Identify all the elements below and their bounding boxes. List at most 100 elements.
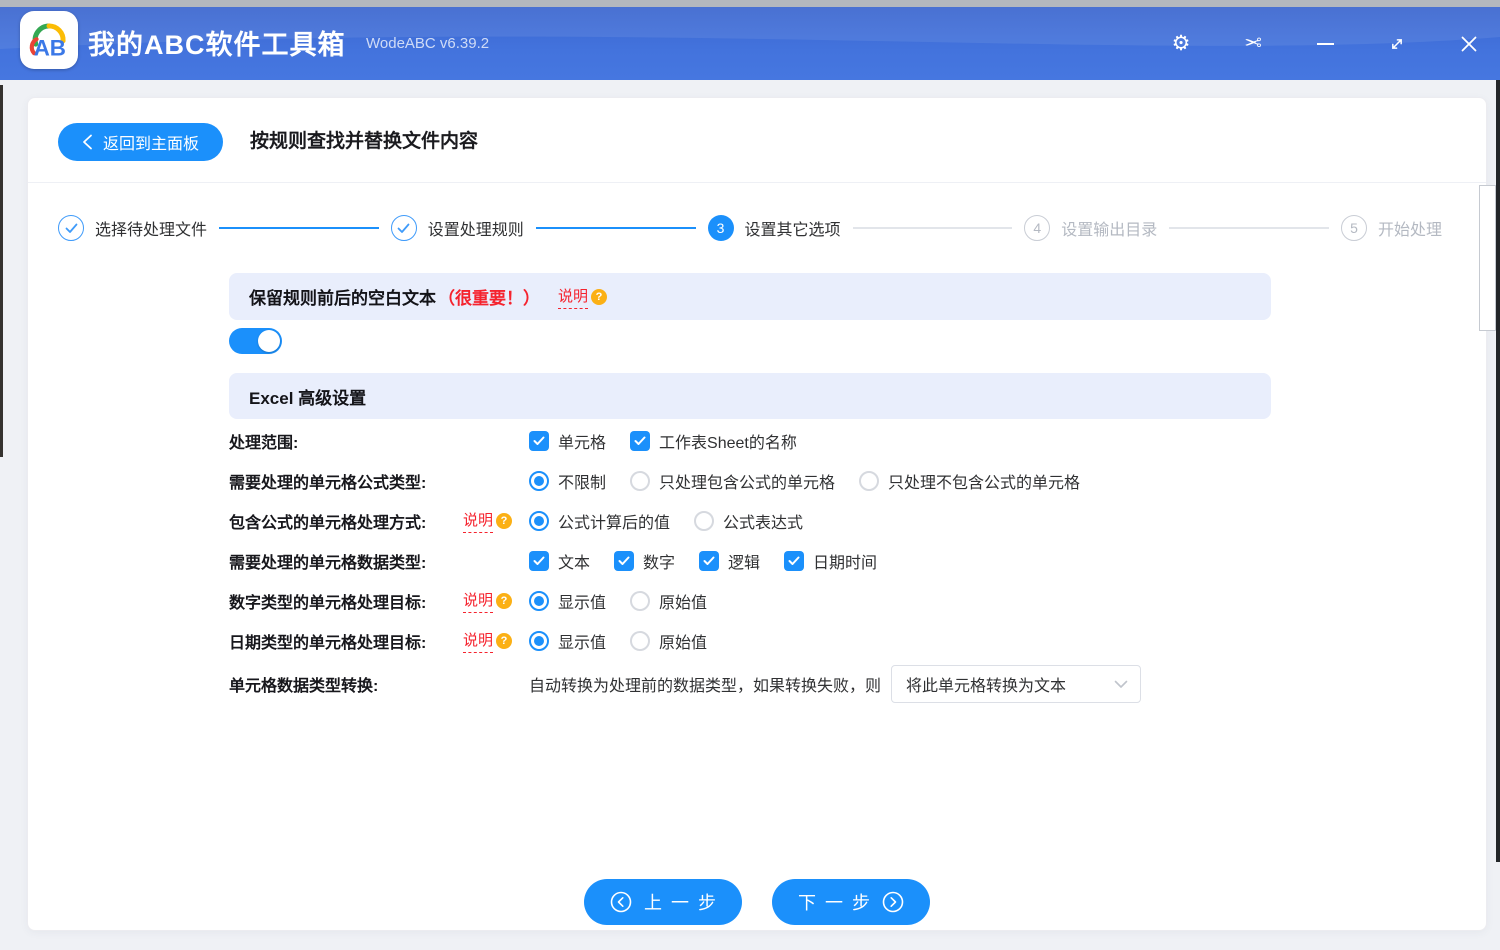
step-item-4: 4 设置输出目录 [1024, 215, 1157, 241]
checkbox-checked-icon [699, 551, 719, 571]
help-question-icon: ? [496, 593, 512, 609]
help-question-icon: ? [591, 289, 607, 305]
important-note: （很重要！） [438, 284, 540, 309]
checkbox-number[interactable]: 数字 [614, 549, 675, 573]
titlebar: AB 我的ABC软件工具箱 WodeABC v6.39.2 ⚙ ✂ [0, 7, 1500, 80]
section-header-keep-blank: 保留规则前后的空白文本 （很重要！） 说明 ? [229, 273, 1271, 320]
step-2-check-circle [391, 215, 417, 241]
step-item-2: 设置处理规则 [391, 215, 524, 241]
radio-label: 原始值 [659, 629, 707, 653]
checkbox-label: 工作表Sheet的名称 [659, 429, 797, 453]
circle-arrow-right-icon [882, 891, 904, 913]
keep-blank-help-link[interactable]: 说明 ? [558, 285, 607, 309]
close-button[interactable] [1456, 31, 1482, 57]
number-target-options: 显示值 原始值 [529, 589, 707, 613]
radio-selected-icon [529, 591, 549, 611]
options-panel: 保留规则前后的空白文本 （很重要！） 说明 ? Excel 高级设置 处理范围: [229, 273, 1271, 707]
checkbox-datetime[interactable]: 日期时间 [784, 549, 877, 573]
app-title: 我的ABC软件工具箱 [88, 23, 346, 62]
radio-label: 原始值 [659, 589, 707, 613]
row-label: 包含公式的单元格处理方式: [229, 509, 463, 533]
radio-raw-value[interactable]: 原始值 [630, 589, 707, 613]
keep-blank-title: 保留规则前后的空白文本 [249, 284, 436, 309]
scrollbar-thumb[interactable] [1479, 185, 1496, 331]
step-connector-3 [853, 227, 1013, 229]
maximize-icon [1387, 34, 1407, 54]
back-button-label: 返回到主面板 [103, 130, 199, 154]
checkbox-checked-icon [630, 431, 650, 451]
keep-blank-toggle-switch[interactable] [229, 328, 282, 354]
step-1-check-circle [58, 215, 84, 241]
checkbox-label: 数字 [643, 549, 675, 573]
form-row-formula-type: 需要处理的单元格公式类型: 不限制 只处理包含公式的单元格 [229, 461, 1271, 501]
radio-display-value[interactable]: 显示值 [529, 629, 606, 653]
radio-label: 公式计算后的值 [558, 509, 670, 533]
type-convert-select[interactable]: 将此单元格转换为文本 [891, 665, 1141, 703]
checkbox-sheet-name[interactable]: 工作表Sheet的名称 [630, 429, 797, 453]
settings-gear-icon[interactable]: ⚙ [1168, 31, 1194, 57]
circle-arrow-left-icon [610, 891, 632, 913]
radio-display-value[interactable]: 显示值 [529, 589, 606, 613]
row-label: 数字类型的单元格处理目标: [229, 589, 463, 613]
help-link-label: 说明 [463, 589, 493, 613]
scissors-icon[interactable]: ✂ [1240, 31, 1266, 57]
step-4-number-circle: 4 [1024, 215, 1050, 241]
screen-edge-artifact-left [0, 85, 3, 457]
formula-type-options: 不限制 只处理包含公式的单元格 只处理不包含公式的单元格 [529, 469, 1080, 493]
radio-unselected-icon [859, 471, 879, 491]
next-step-button[interactable]: 下一步 [772, 879, 930, 925]
step-5-label: 开始处理 [1378, 216, 1442, 240]
step-item-3: 3 设置其它选项 [708, 215, 841, 241]
next-step-label: 下一步 [798, 889, 879, 915]
help-question-icon: ? [496, 633, 512, 649]
row-label: 处理范围: [229, 429, 463, 453]
radio-unselected-icon [630, 631, 650, 651]
checkbox-checked-icon [529, 551, 549, 571]
radio-raw-value[interactable]: 原始值 [630, 629, 707, 653]
maximize-button[interactable] [1384, 31, 1410, 57]
step-4-label: 设置输出目录 [1061, 216, 1157, 240]
check-icon [397, 223, 410, 234]
formula-mode-options: 公式计算后的值 公式表达式 [529, 509, 803, 533]
row-label: 日期类型的单元格处理目标: [229, 629, 463, 653]
step-1-label: 选择待处理文件 [95, 216, 207, 240]
formula-mode-help-link[interactable]: 说明 ? [463, 509, 512, 533]
radio-label: 只处理不包含公式的单元格 [888, 469, 1080, 493]
section-header-excel: Excel 高级设置 [229, 373, 1271, 419]
radio-formula-expression[interactable]: 公式表达式 [694, 509, 803, 533]
row-label: 需要处理的单元格公式类型: [229, 469, 463, 493]
minimize-button[interactable] [1312, 31, 1338, 57]
help-slot: 说明 ? [463, 629, 529, 653]
form-row-formula-mode: 包含公式的单元格处理方式: 说明 ? 公式计算后的值 [229, 501, 1271, 541]
checkbox-logic[interactable]: 逻辑 [699, 549, 760, 573]
minimize-icon [1317, 43, 1334, 45]
radio-selected-icon [529, 471, 549, 491]
back-button[interactable]: 返回到主面板 [58, 123, 223, 161]
keep-blank-toggle-row [229, 328, 1271, 354]
step-5-number-circle: 5 [1341, 215, 1367, 241]
radio-only-formula-cells[interactable]: 只处理包含公式的单元格 [630, 469, 835, 493]
checkbox-cell[interactable]: 单元格 [529, 429, 606, 453]
header-divider [28, 182, 1486, 183]
date-target-options: 显示值 原始值 [529, 629, 707, 653]
form-row-number-target: 数字类型的单元格处理目标: 说明 ? 显示值 [229, 581, 1271, 621]
radio-unlimited[interactable]: 不限制 [529, 469, 606, 493]
form-row-scope: 处理范围: 单元格 工作表Sheet的名称 [229, 421, 1271, 461]
checkbox-text[interactable]: 文本 [529, 549, 590, 573]
radio-calculated-value[interactable]: 公式计算后的值 [529, 509, 670, 533]
radio-label: 显示值 [558, 589, 606, 613]
prev-step-button[interactable]: 上一步 [584, 879, 742, 925]
date-target-help-link[interactable]: 说明 ? [463, 629, 512, 653]
app-version: WodeABC v6.39.2 [366, 35, 489, 52]
number-target-help-link[interactable]: 说明 ? [463, 589, 512, 613]
radio-only-non-formula-cells[interactable]: 只处理不包含公式的单元格 [859, 469, 1080, 493]
radio-unselected-icon [630, 471, 650, 491]
window-controls: ⚙ ✂ [1168, 7, 1482, 80]
radio-label: 显示值 [558, 629, 606, 653]
prev-step-label: 上一步 [644, 889, 725, 915]
excel-section-title: Excel 高级设置 [249, 384, 366, 409]
radio-unselected-icon [694, 511, 714, 531]
step-connector-2 [536, 227, 696, 229]
checkbox-checked-icon [529, 431, 549, 451]
row-label: 单元格数据类型转换: [229, 672, 463, 696]
